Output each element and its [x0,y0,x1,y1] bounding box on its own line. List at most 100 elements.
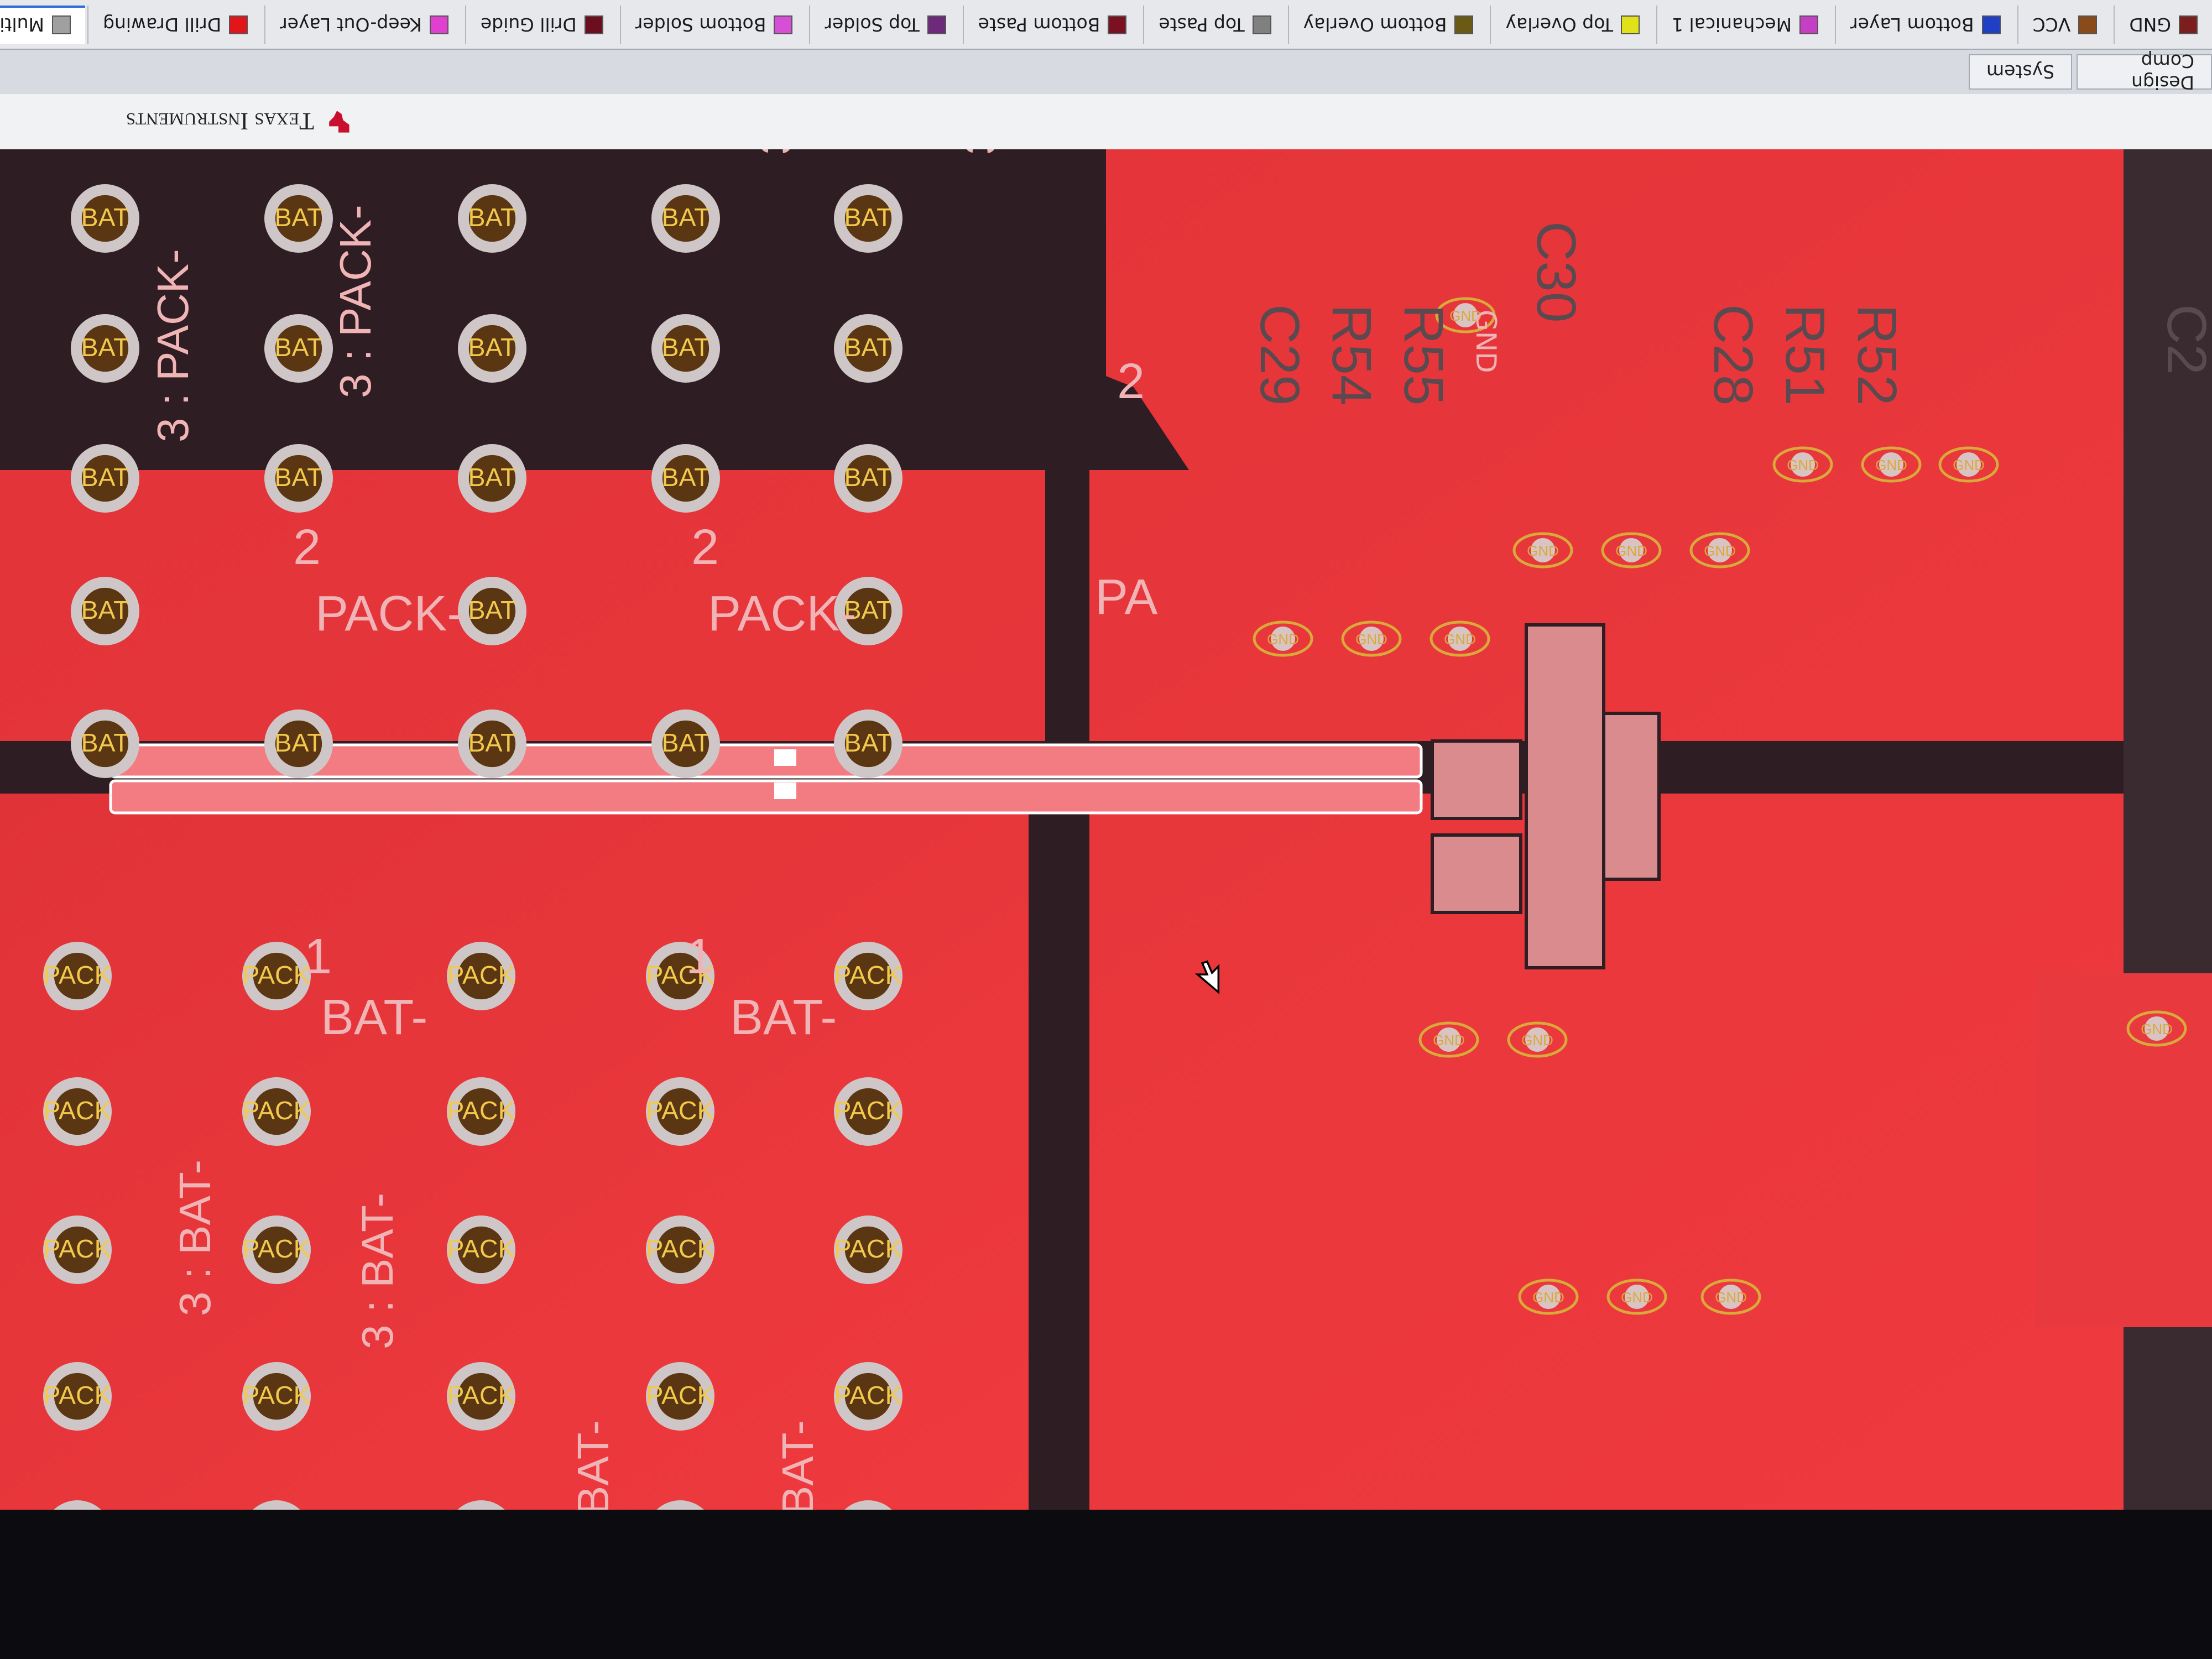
pad-pack[interactable]: PACK [834,1077,902,1146]
pad-pack[interactable]: PACK [242,1077,311,1146]
pad-pack[interactable]: PACK [834,1215,902,1284]
pad-pack[interactable]: PACK [834,942,902,1010]
layer-swatch [927,15,946,34]
layer-tab-top-paste[interactable]: Top Paste [1143,6,1286,44]
pad-pack[interactable]: PACK [242,1215,311,1284]
pad-pack[interactable]: PACK [834,1362,902,1431]
pad-bat[interactable]: BAT [458,444,526,513]
label-pin3-bat-b: 3 : BAT- [353,1193,402,1349]
layer-tab-bottom-solder[interactable]: Bottom Solder [619,6,807,44]
pad-bat[interactable]: BAT [264,314,333,383]
pad-bat[interactable]: BAT [264,709,333,778]
pad-bat[interactable]: BAT [458,709,526,778]
pad-pack[interactable]: PACK [447,942,515,1010]
pad-bat[interactable]: BAT [458,314,526,383]
svg-text:GND: GND [1532,1289,1564,1306]
pad-pack[interactable]: PACK [447,1215,515,1284]
svg-text:GND: GND [1521,1032,1553,1048]
label-pack-minus-1: PACK- [315,586,463,641]
pad-bat[interactable]: BAT [264,184,333,253]
svg-text:PACK: PACK [447,1234,515,1263]
svg-text:PACK: PACK [242,1096,310,1125]
pad-bat[interactable]: BAT [458,184,526,253]
pad-bat[interactable]: BAT [834,709,902,778]
svg-text:BAT: BAT [81,333,129,362]
pad-pack[interactable]: PACK [43,1362,112,1431]
layer-tab-label: Top Solder [825,14,920,36]
pad-pack[interactable]: PACK [447,1077,515,1146]
svg-text:BAT: BAT [275,333,323,362]
pad-pack[interactable]: PACK [242,1362,311,1431]
svg-text:PACK: PACK [43,961,111,989]
pad-pack[interactable]: PACK [646,1362,714,1431]
layer-tab-top-overlay[interactable]: Top Overlay [1490,6,1654,44]
layer-swatch [1252,15,1271,34]
layer-tab-keep-out[interactable]: Keep-Out Layer [264,6,463,44]
svg-text:GND: GND [1355,631,1387,648]
svg-text:PACK: PACK [43,1096,111,1125]
svg-text:BAT: BAT [844,728,893,757]
layer-tab-drill-drawing[interactable]: Drill Drawing [87,6,263,44]
pad-bat[interactable]: BAT [651,709,720,778]
svg-text:BAT: BAT [844,463,893,492]
layer-tab-bottom-layer[interactable]: Bottom Layer [1835,6,2015,44]
mouse-cursor-icon [1194,960,1220,994]
label-p2: 2 [1117,354,1145,409]
designator-c29: C29 [1249,304,1311,405]
svg-text:PACK: PACK [834,1381,902,1410]
pad-bat[interactable]: BAT [71,444,139,513]
pad-pack[interactable]: PACK [242,942,311,1010]
pad-bat[interactable]: BAT [458,577,526,645]
layer-tab-bottom-paste[interactable]: Bottom Paste [962,6,1141,44]
svg-text:BAT: BAT [468,463,517,492]
pad-bat[interactable]: BAT [651,184,720,253]
pad-bat[interactable]: BAT [71,314,139,383]
svg-text:GND: GND [1704,542,1736,559]
layer-swatch [2179,15,2198,34]
pad-bat[interactable]: BAT [71,577,139,645]
label-pin1-b: 1 [686,929,713,984]
pad-bat[interactable]: BAT [834,444,902,513]
pad-bat[interactable]: BAT [264,444,333,513]
panel-tab-system[interactable]: System [1969,54,2073,90]
layer-tab-mechanical-1[interactable]: Mechanical 1 [1656,6,1833,44]
layer-tab-label: Drill Guide [480,14,577,36]
svg-text:BAT: BAT [662,203,710,232]
pad-pack[interactable]: PACK [43,1215,112,1284]
layer-tab-top-solder[interactable]: Top Solder [809,6,961,44]
pad-pack[interactable]: PACK [447,1362,515,1431]
pad-bat[interactable]: BAT [834,184,902,253]
layer-tab-multi-layer[interactable]: Multi-Layer [0,6,85,44]
layer-tab-gnd[interactable]: GND [2114,6,2212,44]
layer-tab-vcc[interactable]: VCC [2017,6,2112,44]
designator-r51: R51 [1774,304,1836,405]
svg-text:PACK: PACK [242,961,310,989]
label-bat-minus-2: BAT- [730,990,837,1045]
layer-tab-bottom-overlay[interactable]: Bottom Overlay [1287,6,1488,44]
pad-bat[interactable]: BAT [71,184,139,253]
pad-bat[interactable]: BAT [651,444,720,513]
panel-tab-design-compiler[interactable]: Design Comp [2077,50,2212,93]
svg-text:GND: GND [1953,457,1985,473]
svg-text:GND: GND [1527,542,1559,559]
svg-text:BAT: BAT [275,463,323,492]
pad-bat[interactable]: BAT [834,314,902,383]
svg-text:BAT: BAT [81,728,129,757]
label-pin1-a: 1 [304,929,332,984]
svg-text:GND: GND [1621,1289,1653,1306]
pad-pack[interactable]: PACK [646,1215,714,1284]
pad-bat[interactable]: BAT [71,709,139,778]
layer-swatch [1981,15,2001,34]
pad-pack[interactable]: PACK [43,942,112,1010]
label-bat-minus-vert-b: BAT- [773,1420,822,1510]
pad-bat[interactable]: BAT [651,314,720,383]
pcb-canvas[interactable]: BAT BAT BAT BAT BAT BAT BAT BAT BAT BAT BAT BAT BAT B… [0,0,2212,1569]
pad-pack[interactable]: PACK [646,1077,714,1146]
pad-pack[interactable]: PACK [43,1077,112,1146]
layer-swatch [1108,15,1127,34]
brand-text: Texas Instruments [126,108,314,135]
svg-text:PACK: PACK [43,1234,111,1263]
layer-tab-drill-guide[interactable]: Drill Guide [465,6,618,44]
svg-text:BAT: BAT [844,203,893,232]
svg-text:PACK: PACK [447,1381,515,1410]
